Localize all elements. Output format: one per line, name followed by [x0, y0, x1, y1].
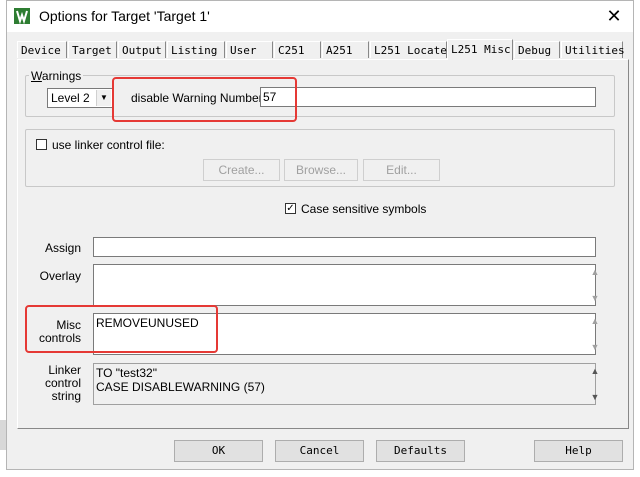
tab-debug[interactable]: Debug — [514, 41, 560, 58]
linker-string-label-line1: Linker — [48, 363, 81, 377]
tab-output[interactable]: Output — [118, 41, 166, 58]
scroll-down-icon[interactable]: ▼ — [587, 293, 603, 303]
overlay-label: Overlay — [39, 269, 81, 283]
overlay-scrollbar[interactable]: ▲ ▼ — [579, 265, 600, 305]
scroll-up-icon[interactable]: ▲ — [587, 267, 603, 277]
browse-button[interactable]: Browse... — [284, 159, 358, 181]
tab-l251-misc[interactable]: L251 Misc — [447, 39, 513, 60]
disable-warning-input[interactable]: 57 — [260, 87, 596, 107]
defaults-button[interactable]: Defaults — [376, 440, 465, 462]
window-title: Options for Target 'Target 1' — [39, 8, 210, 24]
case-sensitive-checkbox[interactable]: ✓ — [285, 203, 296, 214]
edit-button[interactable]: Edit... — [363, 159, 440, 181]
linker-string-scrollbar[interactable]: ▲ ▼ — [579, 364, 600, 404]
scroll-up-icon[interactable]: ▲ — [587, 316, 603, 326]
highlight-box-misc-controls — [25, 305, 218, 353]
linker-control-string-box[interactable]: TO "test32" CASE DISABLEWARNING (57) ▲ ▼ — [93, 363, 600, 405]
tab-device[interactable]: Device — [17, 41, 67, 58]
linker-string-text: TO "test32" CASE DISABLEWARNING (57) — [96, 366, 265, 394]
warning-level-select[interactable]: Level 2 ▼ — [47, 88, 113, 108]
dropdown-arrow-icon: ▼ — [96, 90, 111, 106]
tab-l251-locate[interactable]: L251 Locate — [370, 41, 447, 58]
misc-controls-scrollbar[interactable]: ▲ ▼ — [579, 314, 600, 354]
case-sensitive-label: Case sensitive symbols — [301, 202, 427, 216]
use-linker-control-checkbox[interactable] — [36, 139, 47, 150]
ok-button[interactable]: OK — [174, 440, 263, 462]
tab-user[interactable]: User — [226, 41, 273, 58]
warnings-group-title: Warnings — [29, 69, 84, 83]
overlay-input[interactable]: ▲ ▼ — [93, 264, 600, 306]
create-button[interactable]: Create... — [203, 159, 280, 181]
keil-uvision-icon — [14, 8, 30, 24]
linker-string-line1: TO "test32" — [96, 366, 157, 380]
assign-input[interactable] — [93, 237, 596, 257]
close-button[interactable]: ✕ — [601, 5, 627, 27]
use-linker-control-label: use linker control file: — [52, 138, 165, 152]
tab-c251[interactable]: C251 — [274, 41, 321, 58]
scroll-down-icon[interactable]: ▼ — [587, 392, 603, 402]
tab-target[interactable]: Target — [68, 41, 117, 58]
linker-string-line2: CASE DISABLEWARNING (57) — [96, 380, 265, 394]
tab-utilities[interactable]: Utilities — [561, 41, 625, 58]
cancel-button[interactable]: Cancel — [275, 440, 364, 462]
warning-level-value: Level 2 — [51, 91, 90, 105]
tab-strip: Device Target Output Listing User C251 A… — [17, 39, 629, 60]
title-bar: Options for Target 'Target 1' ✕ — [7, 1, 633, 32]
options-dialog: Options for Target 'Target 1' ✕ Device T… — [6, 0, 634, 470]
assign-label: Assign — [44, 241, 81, 255]
linker-string-label-line2: control — [44, 376, 81, 390]
tab-listing[interactable]: Listing — [167, 41, 225, 58]
scroll-up-icon[interactable]: ▲ — [587, 366, 603, 376]
highlight-box-warnings — [112, 77, 297, 122]
linker-string-label-line3: string — [51, 389, 81, 403]
help-button[interactable]: Help — [534, 440, 623, 462]
scroll-down-icon[interactable]: ▼ — [587, 342, 603, 352]
tab-a251[interactable]: A251 — [322, 41, 369, 58]
